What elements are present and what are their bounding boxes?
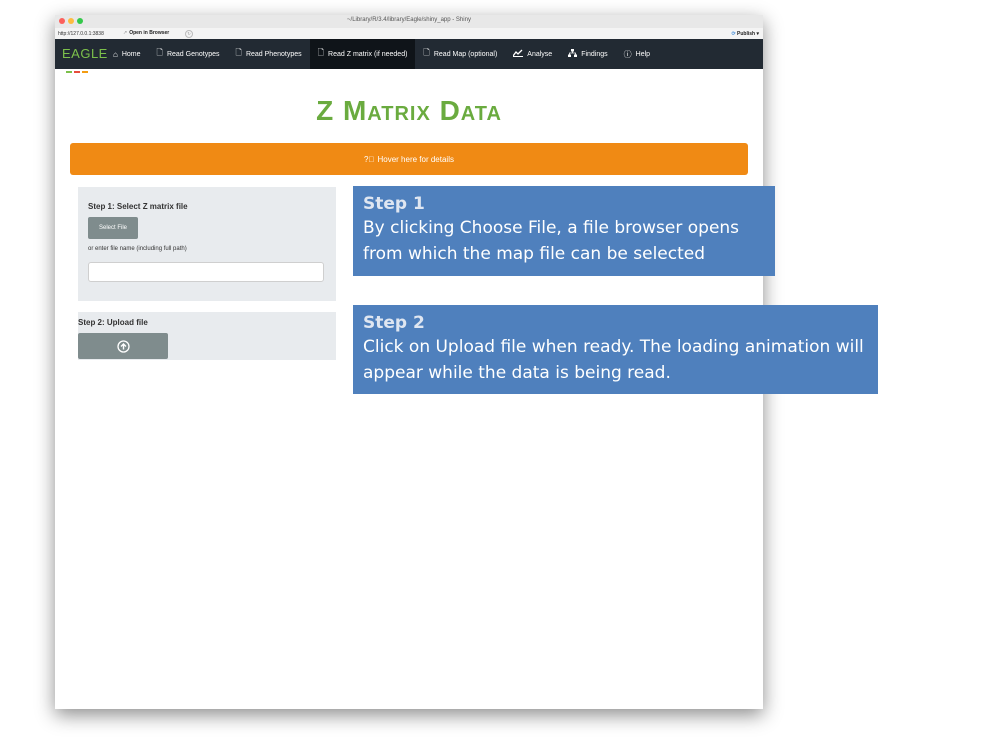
publish-label: Publish [737, 31, 756, 37]
sitemap-icon [568, 49, 578, 59]
nav-item-read-phenotypes[interactable]: 🗋 Read Phenotypes [228, 39, 310, 69]
nav-item-label: Read Map (optional) [433, 50, 498, 58]
nav-item-label: Read Phenotypes [245, 50, 302, 58]
open-in-browser-button[interactable]: ↗ Open in Browser [123, 30, 169, 36]
nav-item-label: Read Z matrix (if needed) [328, 50, 408, 58]
title-bar: ~/Library/R/3.4/library/Eagle/shiny_app … [55, 15, 763, 29]
hover-details-label: Hover here for details [377, 154, 454, 164]
nav-item-home[interactable]: ⌂ Home [105, 39, 149, 69]
step1-panel: Step 1: Select Z matrix file Select File… [78, 187, 336, 301]
nav-item-analyse[interactable]: Analyse [505, 39, 560, 69]
nav-item-read-z-matrix[interactable]: 🗋 Read Z matrix (if needed) [309, 39, 416, 69]
question-circle-icon: ?⃝ [364, 154, 375, 164]
upload-icon [116, 339, 130, 353]
nav-item-read-map[interactable]: 🗋 Read Map (optional) [415, 39, 505, 69]
question-icon: ⓘ [623, 49, 632, 59]
publish-icon: ⟳ [731, 31, 736, 37]
step2-panel: Step 2: Upload file [78, 312, 336, 360]
file-icon: 🗋 [423, 48, 430, 57]
step2-label: Step 2: Upload file [78, 318, 148, 327]
step1-label: Step 1: Select Z matrix file [88, 202, 188, 211]
callout-title: Step 2 [363, 313, 425, 333]
select-file-button[interactable]: Select File [88, 217, 138, 239]
brand-logo[interactable]: EAGLE [62, 46, 108, 61]
file-path-input[interactable] [88, 262, 324, 282]
step1-callout: Step 1 By clicking Choose File, a file b… [353, 186, 775, 276]
home-icon: ⌂ [113, 49, 118, 59]
navbar: EAGLE ⌂ Home 🗋 Read Genotypes 🗋 Read Phe… [55, 39, 763, 73]
hover-details-bar[interactable]: ?⃝ Hover here for details [70, 143, 748, 175]
nav-item-label: Help [635, 50, 651, 58]
nav-item-label: Home [121, 50, 141, 58]
step2-callout: Step 2 Click on Upload file when ready. … [353, 305, 878, 394]
nav-item-help[interactable]: ⓘ Help [616, 39, 658, 69]
publish-button[interactable]: ⟳ Publish ▾ [731, 31, 759, 37]
callout-body: Click on Upload file when ready. The loa… [363, 337, 864, 383]
page-title: Z Matrix Data [316, 95, 502, 126]
file-icon: 🗋 [317, 48, 325, 57]
file-path-label: or enter file name (including full path) [88, 246, 187, 252]
external-link-icon: ↗ [123, 30, 128, 36]
nav-item-label: Read Genotypes [166, 50, 220, 58]
window-title: ~/Library/R/3.4/library/Eagle/shiny_app … [347, 17, 471, 23]
open-in-browser-label: Open in Browser [129, 30, 170, 36]
nav-item-label: Findings [581, 50, 608, 58]
upload-file-button[interactable] [78, 333, 168, 359]
url-text: http://127.0.0.1:3838 [58, 31, 104, 37]
refresh-icon[interactable]: ↻ [185, 30, 193, 38]
file-icon: 🗋 [235, 48, 242, 57]
file-icon: 🗋 [156, 48, 163, 57]
callout-title: Step 1 [363, 194, 425, 214]
brand-logo-underline [66, 60, 100, 73]
nav-item-findings[interactable]: Findings [560, 39, 615, 69]
nav-item-read-genotypes[interactable]: 🗋 Read Genotypes [149, 39, 228, 69]
callout-body: By clicking Choose File, a file browser … [363, 218, 740, 264]
nav-item-label: Analyse [527, 50, 553, 58]
nav-items: ⌂ Home 🗋 Read Genotypes 🗋 Read Phenotype… [105, 39, 658, 69]
chart-icon [512, 49, 524, 59]
